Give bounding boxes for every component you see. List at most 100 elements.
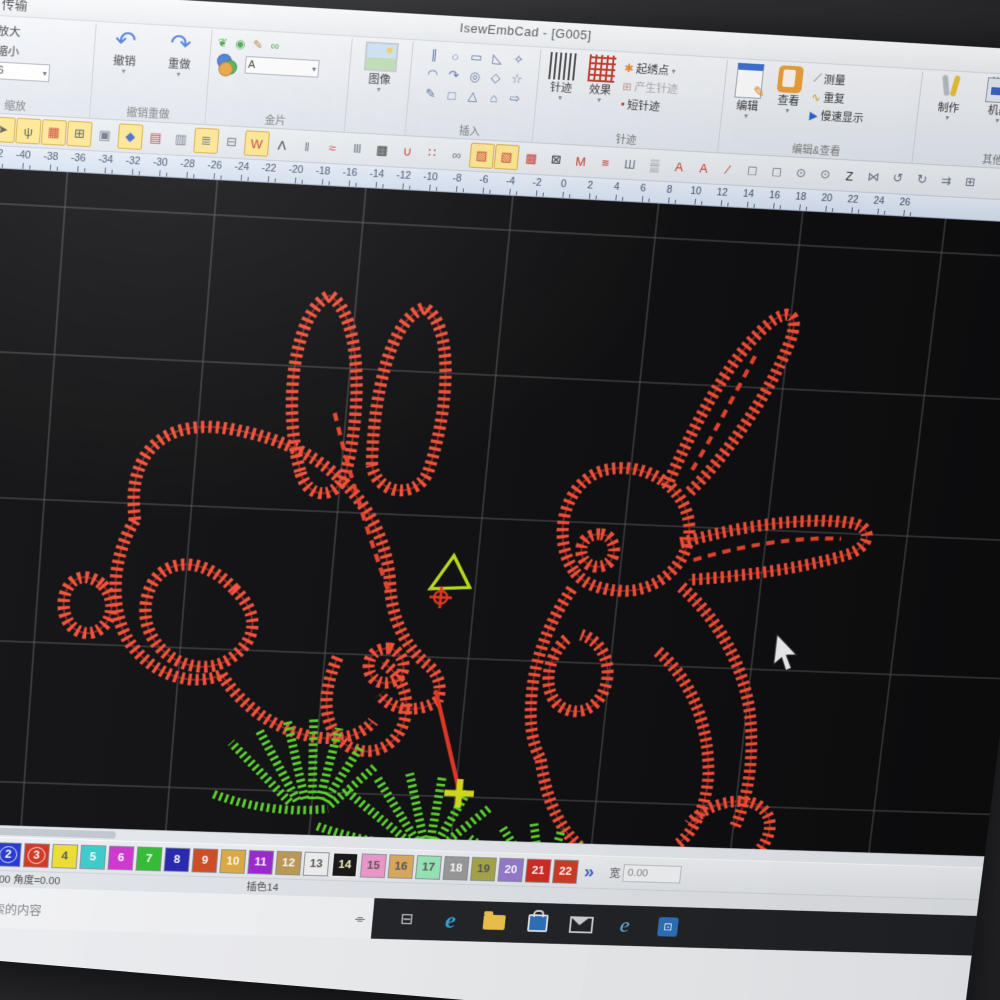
toolbar-icon[interactable]: ⋈ — [861, 164, 887, 190]
toolbar-icon[interactable]: ≡ — [592, 149, 618, 175]
store-icon[interactable] — [525, 911, 551, 934]
insert-shape-icon[interactable]: ⌂ — [489, 90, 498, 105]
color-swatch[interactable]: 15 — [359, 853, 387, 878]
color-swatch[interactable]: 9 — [191, 847, 219, 873]
insert-shape-icon[interactable]: ◠ — [426, 66, 438, 82]
insert-shape-icon[interactable]: ◎ — [468, 69, 481, 85]
insert-shape-icon[interactable]: △ — [467, 88, 478, 104]
toolbar-icon[interactable]: ▩ — [518, 145, 544, 171]
toolbar-icon[interactable]: Ш — [617, 151, 643, 177]
width-input[interactable]: 0.00 — [622, 864, 682, 884]
toolbar-icon[interactable]: ∞ — [444, 141, 470, 167]
task-view-icon[interactable]: ⊟ — [394, 908, 420, 932]
insert-shape-icon[interactable]: ∥ — [430, 47, 438, 63]
image-button[interactable]: 图像 ▾ — [357, 41, 404, 94]
color-swatch[interactable]: 4 — [51, 843, 79, 869]
sequin-ring-icon[interactable]: ◉ — [235, 37, 246, 51]
toolbar-icon[interactable]: ⊙ — [788, 160, 814, 186]
color-swatch[interactable]: 21 — [524, 858, 552, 883]
toolbar-icon[interactable]: ▥ — [168, 126, 194, 153]
toolbar-icon[interactable]: ψ — [15, 117, 42, 145]
slow-display-button[interactable]: ▶ 慢速显示 — [808, 107, 864, 127]
toolbar-icon[interactable]: ‖ — [294, 133, 320, 159]
toolbar-icon[interactable]: ⊙ — [812, 161, 838, 187]
view-button[interactable]: 查看 ▾ — [769, 65, 810, 115]
insert-shape-icon[interactable]: ↷ — [448, 68, 460, 84]
insert-shape-icon[interactable]: ✧ — [513, 52, 525, 68]
toolbar-icon[interactable]: ≣ — [193, 127, 220, 155]
insert-shape-icon[interactable]: ◇ — [490, 70, 501, 86]
color-swatch[interactable]: 20 — [497, 857, 525, 882]
toolbar-icon[interactable]: A — [666, 153, 692, 179]
insert-shape-icon[interactable]: ◺ — [492, 51, 503, 67]
toolbar-icon[interactable]: ⁄ — [715, 156, 741, 182]
color-swatch[interactable]: 13 — [302, 851, 330, 876]
machine-button[interactable]: 机器▾ — [977, 77, 1000, 125]
toolbar-icon[interactable]: ▒ — [641, 152, 667, 178]
toolbar-icon[interactable]: ▦ — [40, 119, 68, 146]
edge-icon[interactable]: e — [438, 907, 464, 933]
toolbar-icon[interactable]: Ⅲ — [344, 136, 370, 162]
app-icon[interactable]: ⊡ — [655, 915, 681, 938]
insert-shape-icon[interactable]: □ — [447, 88, 456, 103]
file-explorer-icon[interactable] — [481, 910, 507, 933]
design-canvas[interactable] — [0, 165, 1000, 857]
toolbar-icon[interactable]: ◻ — [739, 157, 765, 183]
toolbar-icon[interactable]: ◻ — [764, 159, 790, 185]
zoom-value-combo[interactable]: 436 ▾ — [0, 60, 51, 83]
color-swatch[interactable]: 7 — [135, 846, 163, 871]
color-swatch[interactable]: 19 — [469, 856, 497, 881]
repeat-button[interactable]: ∿ 重复 — [811, 88, 867, 108]
color-swatch[interactable]: 12 — [274, 850, 302, 876]
color-swatch[interactable]: 17 — [414, 854, 443, 880]
color-swatch[interactable]: 22 — [551, 858, 579, 884]
toolbar-icon[interactable]: ↻ — [909, 167, 935, 193]
toolbar-icon[interactable]: ➤ — [0, 116, 16, 144]
toolbar-icon[interactable]: ⊞ — [66, 120, 93, 148]
redo-button[interactable]: ↷ 重做 ▾ — [157, 28, 204, 79]
insert-shape-icon[interactable]: ▭ — [470, 49, 483, 65]
toolbar-icon[interactable]: ∷ — [419, 140, 445, 166]
color-swatch[interactable]: 6 — [107, 845, 135, 871]
effect-button[interactable]: 效果 ▾ — [582, 54, 621, 104]
ie-icon[interactable]: e — [612, 914, 638, 937]
color-swatch[interactable]: 2 — [0, 841, 22, 867]
toolbar-icon[interactable]: ▩ — [369, 137, 395, 163]
toolbar-icon[interactable]: Λ — [269, 132, 295, 158]
sequin-drop-icon[interactable]: ❦ — [217, 36, 228, 50]
toolbar-icon[interactable]: Z — [837, 163, 863, 189]
undo-button[interactable]: ↶ 撤销 ▾ — [102, 25, 149, 76]
color-swatch[interactable]: 11 — [247, 849, 275, 875]
sequin-stack-icon[interactable] — [215, 51, 240, 77]
make-button[interactable]: 制作 ▾ — [926, 74, 972, 122]
toolbar-icon[interactable]: A — [690, 155, 716, 181]
microphone-icon[interactable]: ⌯ — [354, 910, 366, 925]
toolbar-icon[interactable]: ⊟ — [218, 129, 244, 155]
color-swatch[interactable]: 14 — [330, 851, 360, 878]
edit-button[interactable]: 编辑▾ — [728, 62, 770, 120]
color-swatch[interactable]: 8 — [163, 846, 191, 872]
insert-shape-icon[interactable]: ⇨ — [509, 91, 521, 107]
palette-next-button[interactable]: » — [583, 862, 595, 882]
zoom-in-button[interactable]: ⊕放大 — [0, 21, 53, 43]
toolbar-icon[interactable]: W — [243, 130, 270, 157]
toolbar-icon[interactable]: ⇉ — [933, 168, 959, 194]
insert-shape-icon[interactable]: ○ — [451, 49, 460, 64]
sequin-chain-icon[interactable]: ∞ — [270, 39, 279, 53]
toolbar-icon[interactable]: ↺ — [885, 165, 911, 191]
generate-stitch-button[interactable]: ⊞ 产生针迹 — [622, 78, 679, 98]
insert-shape-icon[interactable]: ✎ — [425, 86, 437, 102]
toolbar-icon[interactable]: ⊞ — [957, 169, 983, 195]
color-swatch[interactable]: 5 — [79, 844, 107, 870]
toolbar-icon[interactable]: ∪ — [394, 139, 420, 165]
color-swatch[interactable]: 16 — [387, 853, 415, 879]
color-swatch[interactable]: 18 — [442, 855, 470, 881]
sequin-pencil-icon[interactable]: ✎ — [253, 38, 264, 52]
mail-icon[interactable] — [568, 913, 594, 936]
toolbar-icon[interactable]: M — [568, 148, 594, 174]
toolbar-icon[interactable]: ⊠ — [543, 147, 569, 173]
start-point-button[interactable]: ✱ 起绣点 ▾ — [623, 59, 680, 80]
color-swatch[interactable]: 3 — [22, 842, 51, 868]
short-stitch-button[interactable]: ▪ 短针迹 — [620, 96, 677, 116]
toolbar-icon[interactable]: ▤ — [143, 125, 169, 152]
